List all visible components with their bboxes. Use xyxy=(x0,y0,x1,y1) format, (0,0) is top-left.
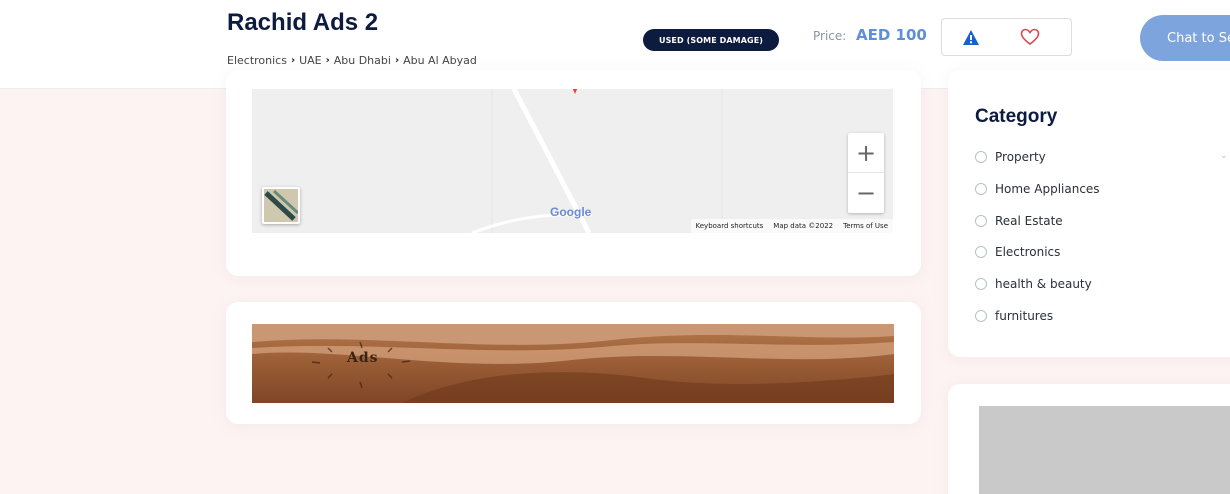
ad-actions xyxy=(941,18,1072,56)
category-label: health & beauty xyxy=(995,277,1092,291)
category-filter-card: Category ⌄ Property Home Appliances Real… xyxy=(948,70,1230,357)
zoom-out-button[interactable]: − xyxy=(848,173,884,213)
category-option-home-appliances[interactable]: Home Appliances xyxy=(975,182,1100,196)
desert-banner-image[interactable]: Ads xyxy=(252,324,894,403)
satellite-thumbnail-icon xyxy=(264,189,298,222)
google-logo: Google xyxy=(550,205,592,219)
price-label: Price: xyxy=(813,29,847,43)
keyboard-shortcuts-link[interactable]: Keyboard shortcuts xyxy=(696,222,764,230)
category-label: Property xyxy=(995,150,1046,164)
category-label: furnitures xyxy=(995,309,1054,323)
terms-of-use-link[interactable]: Terms of Use xyxy=(843,222,888,230)
advert-card xyxy=(948,384,1230,494)
radio-icon[interactable] xyxy=(975,246,987,258)
breadcrumb: Electronics › UAE › Abu Dhabi › Abu Al A… xyxy=(227,54,477,67)
location-map[interactable]: Google + − Keyboard shortcuts Map data ©… xyxy=(252,89,893,233)
category-option-real-estate[interactable]: Real Estate xyxy=(975,214,1063,228)
chevron-right-icon: › xyxy=(290,55,296,66)
banner-card: Ads xyxy=(226,302,921,424)
map-pin-icon xyxy=(572,89,578,94)
map-footer: Keyboard shortcuts Map data ©2022 Terms … xyxy=(690,219,893,233)
map-data-attribution: Map data ©2022 xyxy=(773,222,834,230)
zoom-in-button[interactable]: + xyxy=(848,133,884,173)
category-option-health-beauty[interactable]: health & beauty xyxy=(975,277,1092,291)
ads-logo: Ads xyxy=(347,350,379,366)
ad-title: Rachid Ads 2 xyxy=(227,9,379,36)
price-value: AED 100 xyxy=(856,26,927,44)
radio-icon[interactable] xyxy=(975,151,987,163)
category-option-electronics[interactable]: Electronics xyxy=(975,245,1060,259)
heart-icon[interactable] xyxy=(1020,28,1040,46)
radio-icon[interactable] xyxy=(975,215,987,227)
map-type-toggle[interactable] xyxy=(262,187,300,224)
condition-badge: USED (SOME DAMAGE) xyxy=(643,29,779,51)
category-heading: Category xyxy=(975,106,1058,127)
category-label: Home Appliances xyxy=(995,182,1100,196)
chevron-right-icon: › xyxy=(325,55,330,66)
radio-icon[interactable] xyxy=(975,183,987,195)
advert-placeholder-image xyxy=(979,406,1230,494)
location-card: Google + − Keyboard shortcuts Map data ©… xyxy=(226,70,921,276)
category-option-property[interactable]: Property xyxy=(975,150,1046,164)
breadcrumb-item-city[interactable]: Abu Dhabi xyxy=(334,54,391,67)
radio-icon[interactable] xyxy=(975,278,987,290)
chat-to-seller-button[interactable]: Chat to Seller xyxy=(1140,15,1230,61)
chevron-right-icon: › xyxy=(394,55,400,66)
zoom-control: + − xyxy=(848,133,884,213)
breadcrumb-item-country[interactable]: UAE xyxy=(299,54,322,67)
category-label: Real Estate xyxy=(995,214,1063,228)
warning-icon[interactable] xyxy=(962,29,980,46)
radio-icon[interactable] xyxy=(975,310,987,322)
category-option-furnitures[interactable]: furnitures xyxy=(975,309,1053,323)
breadcrumb-item-category[interactable]: Electronics xyxy=(227,54,287,67)
category-label: Electronics xyxy=(995,245,1061,259)
chevron-icon: ⌄ xyxy=(1220,151,1228,161)
breadcrumb-item-area[interactable]: Abu Al Abyad xyxy=(403,54,477,67)
